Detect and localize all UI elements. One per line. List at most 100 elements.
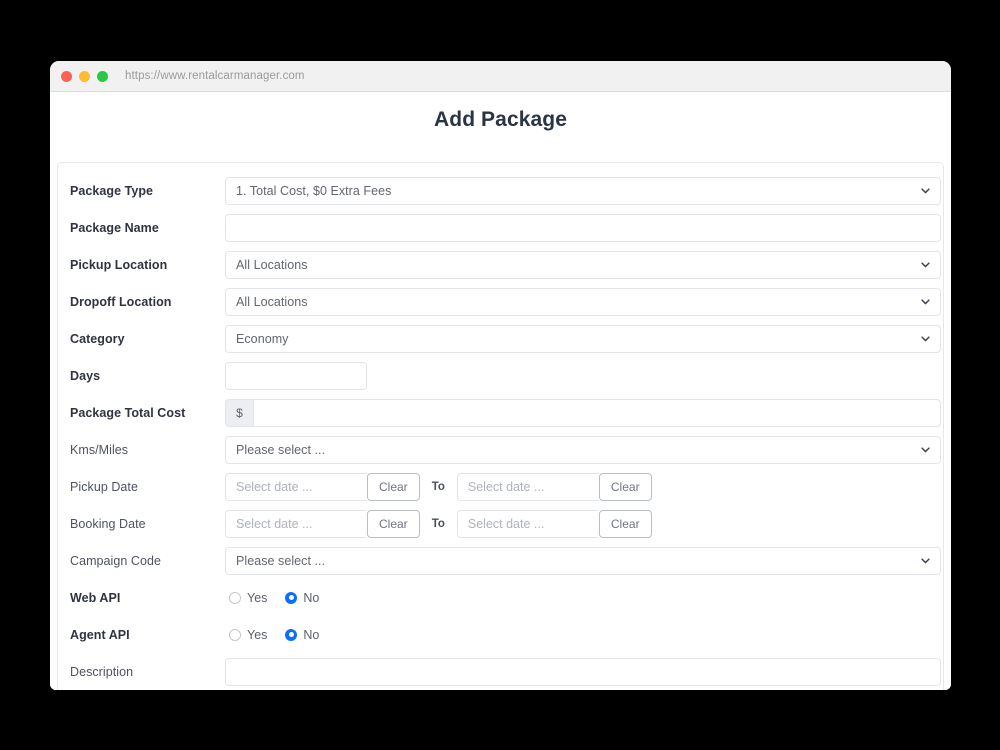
date-input-pickup-date-to[interactable]: Select date ...: [457, 473, 599, 501]
field-area-booking-date: Select date ...ClearToSelect date ...Cle…: [225, 510, 943, 538]
clear-button-booking-date-from[interactable]: Clear: [367, 510, 420, 538]
form-row-campaign-code: Campaign Code Please select ...: [58, 542, 943, 579]
radio-dot-agent-api-yes[interactable]: [229, 629, 241, 641]
chevron-down-icon: [920, 333, 931, 344]
label-pickup-date: Pickup Date: [70, 480, 225, 494]
form-row-dropoff-location: Dropoff Location All Locations: [58, 283, 943, 320]
date-range-separator-pickup-date: To: [432, 481, 445, 493]
label-description: Description: [70, 665, 225, 679]
field-area-days: [225, 362, 943, 390]
form-row-agent-api: Agent APIYesNo: [58, 616, 943, 653]
input-days[interactable]: [225, 362, 367, 390]
label-days: Days: [70, 369, 225, 383]
radio-label-web-api-no: No: [303, 591, 319, 605]
clear-button-pickup-date-to[interactable]: Clear: [599, 473, 652, 501]
radio-group-agent-api: Yes No: [229, 628, 331, 642]
field-area-category: Economy: [225, 325, 943, 353]
field-area-dropoff-location: All Locations: [225, 288, 943, 316]
select-pickup-location[interactable]: All Locations: [225, 251, 941, 279]
select-value-pickup-location: All Locations: [236, 258, 308, 272]
form-row-days: Days: [58, 357, 943, 394]
select-dropoff-location[interactable]: All Locations: [225, 288, 941, 316]
field-area-pickup-date: Select date ...ClearToSelect date ...Cle…: [225, 473, 943, 501]
select-kms-miles[interactable]: Please select ...: [225, 436, 941, 464]
label-package-type: Package Type: [70, 184, 225, 198]
clear-button-booking-date-to[interactable]: Clear: [599, 510, 652, 538]
label-category: Category: [70, 332, 225, 346]
page-title: Add Package: [50, 92, 951, 146]
form-row-category: Category Economy: [58, 320, 943, 357]
select-value-kms-miles: Please select ...: [236, 443, 325, 457]
chevron-down-icon: [920, 444, 931, 455]
chevron-down-icon: [920, 296, 931, 307]
form-row-kms-miles: Kms/Miles Please select ...: [58, 431, 943, 468]
radio-label-agent-api-yes: Yes: [247, 628, 267, 642]
clear-button-pickup-date-from[interactable]: Clear: [367, 473, 420, 501]
field-area-package-total-cost: $: [225, 399, 943, 427]
form-row-booking-date: Booking DateSelect date ...ClearToSelect…: [58, 505, 943, 542]
radio-label-web-api-yes: Yes: [247, 591, 267, 605]
radio-web-api-yes[interactable]: Yes: [229, 591, 267, 605]
form-row-web-api: Web API Yes No: [58, 579, 943, 616]
field-area-package-name: [225, 214, 943, 242]
select-value-category: Economy: [236, 332, 288, 346]
add-package-form: Package Type 1. Total Cost, $0 Extra Fees…: [57, 162, 944, 690]
label-booking-date: Booking Date: [70, 517, 225, 531]
radio-dot-agent-api-no[interactable]: [285, 629, 297, 641]
radio-label-agent-api-no: No: [303, 628, 319, 642]
select-value-campaign-code: Please select ...: [236, 554, 325, 568]
radio-agent-api-yes[interactable]: Yes: [229, 628, 267, 642]
label-kms-miles: Kms/Miles: [70, 443, 225, 457]
select-campaign-code[interactable]: Please select ...: [225, 547, 941, 575]
input-package-name[interactable]: [225, 214, 941, 242]
url-bar[interactable]: https://www.rentalcarmanager.com: [125, 70, 305, 82]
browser-title-bar: https://www.rentalcarmanager.com: [50, 61, 951, 92]
minimize-button[interactable]: [79, 71, 90, 82]
currency-group-package-total-cost: $: [225, 399, 941, 427]
input-description[interactable]: [225, 658, 941, 686]
form-row-pickup-location: Pickup Location All Locations: [58, 246, 943, 283]
label-dropoff-location: Dropoff Location: [70, 295, 225, 309]
date-input-pickup-date-from[interactable]: Select date ...: [225, 473, 367, 501]
date-range-booking-date: Select date ...ClearToSelect date ...Cle…: [225, 510, 652, 538]
radio-dot-web-api-yes[interactable]: [229, 592, 241, 604]
date-range-separator-booking-date: To: [432, 518, 445, 530]
field-area-web-api: Yes No: [225, 591, 943, 605]
currency-symbol-addon: $: [225, 399, 253, 427]
label-web-api: Web API: [70, 591, 225, 605]
label-package-total-cost: Package Total Cost: [70, 406, 225, 420]
chevron-down-icon: [920, 259, 931, 270]
select-value-dropoff-location: All Locations: [236, 295, 308, 309]
form-row-package-total-cost: Package Total Cost$: [58, 394, 943, 431]
close-button[interactable]: [61, 71, 72, 82]
radio-agent-api-no[interactable]: No: [285, 628, 319, 642]
select-category[interactable]: Economy: [225, 325, 941, 353]
radio-dot-web-api-no[interactable]: [285, 592, 297, 604]
label-package-name: Package Name: [70, 221, 225, 235]
date-range-pickup-date: Select date ...ClearToSelect date ...Cle…: [225, 473, 652, 501]
field-area-agent-api: Yes No: [225, 628, 943, 642]
select-package-type[interactable]: 1. Total Cost, $0 Extra Fees: [225, 177, 941, 205]
radio-web-api-no[interactable]: No: [285, 591, 319, 605]
field-area-description: [225, 658, 943, 686]
chevron-down-icon: [920, 555, 931, 566]
date-input-booking-date-to[interactable]: Select date ...: [457, 510, 599, 538]
form-row-description: Description: [58, 653, 943, 690]
page-body: Add Package Package Type 1. Total Cost, $…: [50, 92, 951, 690]
input-package-total-cost[interactable]: [253, 399, 941, 427]
date-input-booking-date-from[interactable]: Select date ...: [225, 510, 367, 538]
form-row-package-type: Package Type 1. Total Cost, $0 Extra Fees: [58, 172, 943, 209]
radio-group-web-api: Yes No: [229, 591, 331, 605]
field-area-pickup-location: All Locations: [225, 251, 943, 279]
field-area-campaign-code: Please select ...: [225, 547, 943, 575]
form-row-package-name: Package Name: [58, 209, 943, 246]
field-area-package-type: 1. Total Cost, $0 Extra Fees: [225, 177, 943, 205]
chevron-down-icon: [920, 185, 931, 196]
label-campaign-code: Campaign Code: [70, 554, 225, 568]
maximize-button[interactable]: [97, 71, 108, 82]
field-area-kms-miles: Please select ...: [225, 436, 943, 464]
select-value-package-type: 1. Total Cost, $0 Extra Fees: [236, 184, 391, 198]
form-row-pickup-date: Pickup DateSelect date ...ClearToSelect …: [58, 468, 943, 505]
browser-window: https://www.rentalcarmanager.com Add Pac…: [50, 61, 951, 690]
label-pickup-location: Pickup Location: [70, 258, 225, 272]
